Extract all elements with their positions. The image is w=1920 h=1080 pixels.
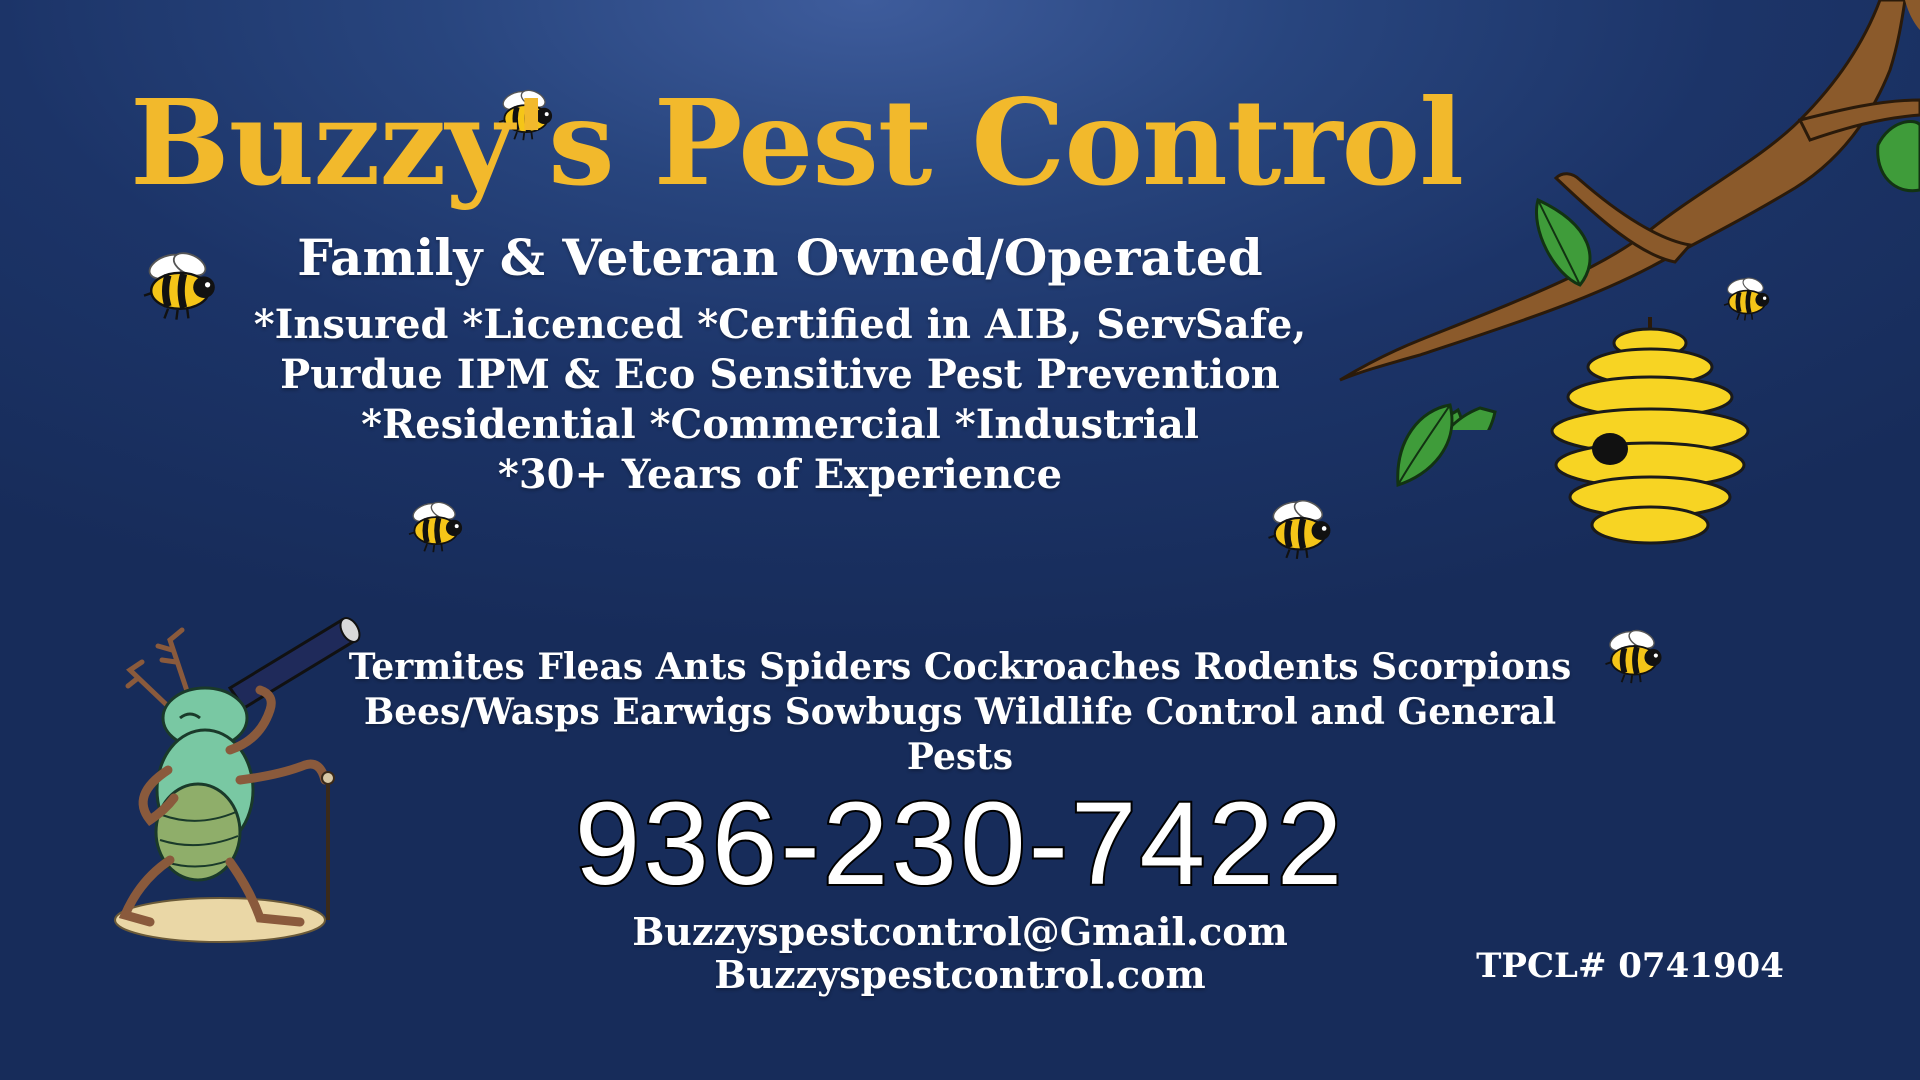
bee-icon (1716, 276, 1778, 322)
bee-icon (400, 500, 472, 554)
phone-number: 936-230-7422 (573, 777, 1346, 911)
services-list: Termites Fleas Ants Spiders Cockroaches … (330, 645, 1590, 780)
email-address: Buzzyspestcontrol@Gmail.com (632, 909, 1288, 954)
bee-icon (1596, 628, 1672, 685)
credentials-line: Purdue IPM & Eco Sensitive Pest Preventi… (280, 351, 1280, 398)
website-url: Buzzyspestcontrol.com (714, 952, 1206, 997)
services-line: Pests (906, 736, 1014, 778)
services-line: Bees/Wasps Earwigs Sowbugs Wildlife Cont… (363, 691, 1557, 733)
leaf-icon (1396, 403, 1454, 488)
business-name: Buzzy's Pest Control (130, 73, 1464, 212)
credentials: *Insured *Licenced *Certified in AIB, Se… (180, 300, 1380, 500)
bee-icon (1258, 498, 1342, 561)
credentials-line: *Residential *Commercial *Industrial (361, 401, 1199, 448)
license-number: TPCL# 0741904 (1476, 946, 1784, 986)
credentials-line: *30+ Years of Experience (497, 451, 1063, 498)
business-card: Buzzy's Pest Control Family & Veteran Ow… (0, 0, 1920, 1080)
beehive-icon (1550, 317, 1750, 545)
services-line: Termites Fleas Ants Spiders Cockroaches … (348, 646, 1572, 688)
tagline: Family & Veteran Owned/Operated (297, 228, 1263, 287)
contact-info: Buzzyspestcontrol@Gmail.com Buzzyspestco… (460, 910, 1460, 996)
credentials-line: *Insured *Licenced *Certified in AIB, Se… (253, 301, 1307, 348)
